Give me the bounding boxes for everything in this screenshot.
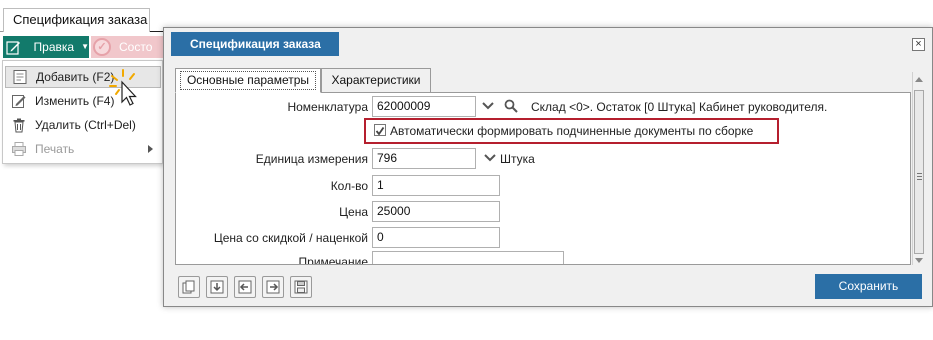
tab-characteristics[interactable]: Характеристики: [321, 68, 431, 93]
mouse-cursor-icon: [108, 68, 144, 110]
order-specification-dialog: Спецификация заказа × Основные параметры…: [163, 27, 933, 307]
unit-label: Единица измерения: [255, 152, 368, 166]
state-button[interactable]: ✓ Состо: [91, 36, 165, 58]
price-input[interactable]: 25000: [372, 201, 500, 222]
move-right-button[interactable]: [262, 276, 284, 298]
vertical-scrollbar[interactable]: [912, 72, 924, 265]
tab-order-specification[interactable]: Спецификация заказа: [3, 8, 150, 32]
submenu-arrow-icon: [148, 145, 153, 153]
note-input[interactable]: [372, 251, 564, 264]
floppy-disk-icon: [294, 280, 308, 294]
discount-price-input[interactable]: 0: [372, 227, 500, 248]
menu-item-print-label: Печать: [35, 142, 75, 156]
arrow-down-icon: [210, 280, 224, 294]
chevron-down-icon[interactable]: [484, 152, 496, 164]
caret-down-icon: ▼: [81, 42, 89, 51]
scroll-down-arrow-icon[interactable]: [915, 258, 923, 263]
move-down-button[interactable]: [206, 276, 228, 298]
search-icon[interactable]: [504, 99, 518, 113]
unit-input[interactable]: 796: [372, 148, 476, 169]
price-label: Цена: [339, 205, 368, 219]
checkmark-icon: [375, 126, 385, 136]
quantity-label: Кол-во: [330, 179, 368, 193]
tab-main-parameters-label: Основные параметры: [180, 71, 316, 90]
dialog-title: Спецификация заказа: [171, 32, 339, 56]
pencil-icon: [8, 93, 30, 109]
scroll-up-arrow-icon[interactable]: [915, 77, 923, 82]
add-document-icon: [9, 69, 31, 85]
edit-menu-button[interactable]: Правка ▼: [3, 36, 89, 58]
discount-price-label: Цена со скидкой / наценкой: [213, 231, 368, 245]
menu-item-edit-label: Изменить (F4): [35, 94, 115, 108]
stock-info-text: Склад <0>. Остаток [0 Штука] Кабинет рук…: [531, 100, 828, 114]
printer-icon: [8, 141, 30, 157]
check-circle-icon: ✓: [93, 38, 111, 56]
note-label: Примечание: [298, 255, 368, 265]
copy-button[interactable]: [178, 276, 200, 298]
move-left-button[interactable]: [234, 276, 256, 298]
nomenclature-input[interactable]: 62000009: [372, 96, 476, 117]
tab-main-parameters[interactable]: Основные параметры: [175, 68, 321, 93]
auto-documents-label: Автоматически формировать подчиненные до…: [390, 124, 754, 138]
auto-documents-checkbox[interactable]: [374, 124, 386, 136]
save-disk-button[interactable]: [290, 276, 312, 298]
nomenclature-label: Номенклатура: [287, 100, 368, 114]
close-icon[interactable]: ×: [912, 38, 925, 51]
quantity-input[interactable]: 1: [372, 175, 500, 196]
save-button[interactable]: Сохранить: [815, 274, 922, 299]
main-parameters-panel: Номенклатура 62000009 Склад <0>. Остаток…: [175, 92, 911, 265]
copy-icon: [182, 280, 195, 294]
menu-item-delete[interactable]: Удалить (Ctrl+Del): [5, 114, 161, 136]
edit-menu-label: Правка: [33, 40, 75, 54]
trash-icon: [8, 117, 30, 133]
chevron-down-icon[interactable]: [482, 100, 494, 112]
menu-item-print[interactable]: Печать: [5, 138, 161, 160]
arrow-left-icon: [238, 280, 252, 294]
menu-item-delete-label: Удалить (Ctrl+Del): [35, 118, 136, 132]
menu-item-add-label: Добавить (F2): [36, 70, 115, 84]
state-button-label: Состо: [119, 40, 153, 54]
unit-name-text: Штука: [500, 152, 535, 166]
scrollbar-thumb[interactable]: [914, 90, 924, 254]
arrow-right-icon: [266, 280, 280, 294]
pencil-icon: [6, 38, 22, 56]
